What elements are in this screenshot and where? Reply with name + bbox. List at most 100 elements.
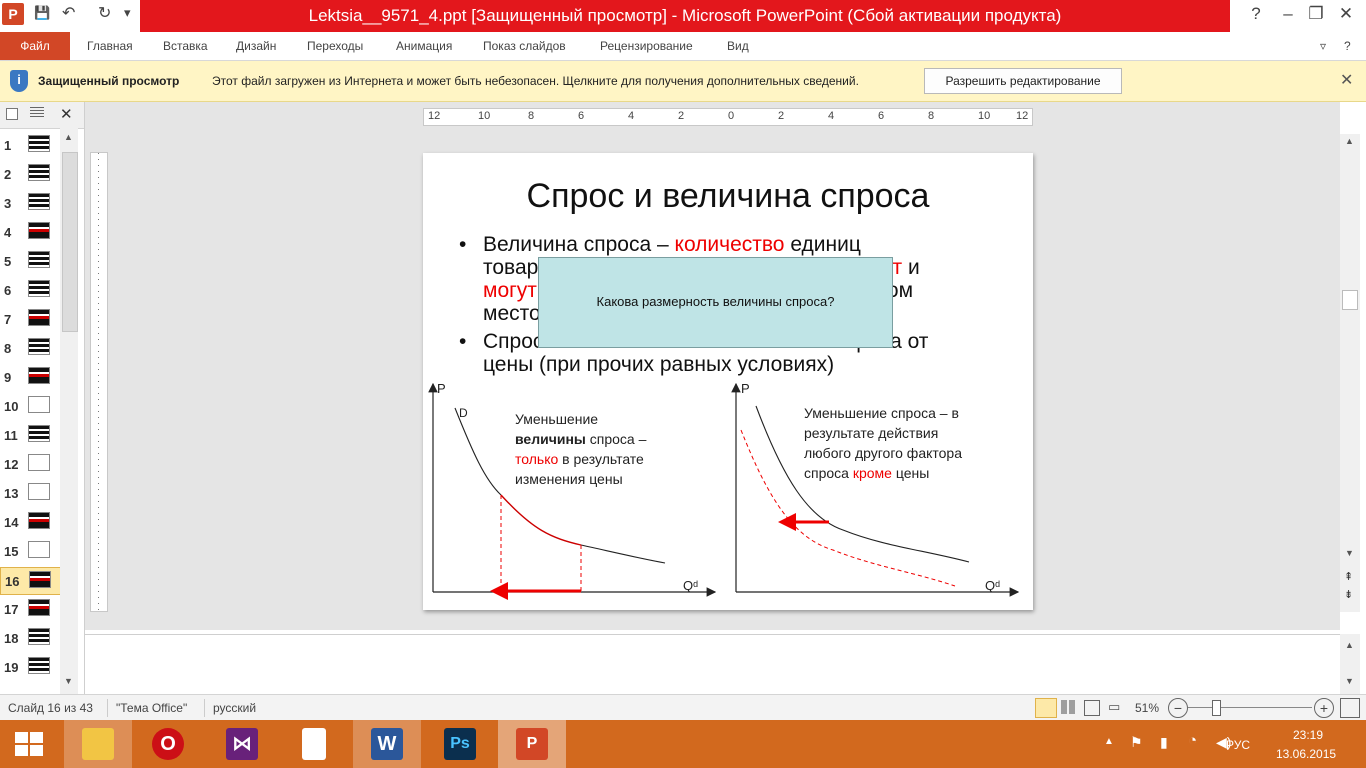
scroll-up-icon[interactable]: ▲ [1345,640,1354,650]
taskbar-powerpoint[interactable]: P [498,720,566,768]
redo-icon[interactable]: ↻ [98,3,111,23]
taskbar-word[interactable]: W [353,720,421,768]
clock-time[interactable]: 23:19 [1293,728,1323,742]
question-callout[interactable]: Какова размерность величины спроса? [538,257,893,348]
start-button[interactable] [0,720,58,768]
scroll-down-icon[interactable]: ▼ [1345,676,1354,686]
enable-editing-button[interactable]: Разрешить редактирование [924,68,1122,94]
close-pane-icon[interactable]: ✕ [60,105,73,123]
zoom-out-button[interactable]: − [1168,698,1188,718]
vertical-ruler[interactable] [90,152,108,612]
slide-thumbnail-number: 8 [4,341,12,356]
protected-view-text[interactable]: Этот файл загружен из Интернета и может … [212,74,859,88]
slide-thumbnail[interactable]: 19 [0,654,60,680]
slide-thumbnail[interactable]: 15 [0,538,60,564]
undo-icon[interactable]: ↶ [62,3,75,23]
show-hidden-icons[interactable]: ▲ [1104,736,1114,747]
slide-thumbnail[interactable]: 17 [0,596,60,622]
taskbar-document[interactable] [280,720,348,768]
help-icon[interactable]: ? [1344,32,1351,60]
slide-thumbnail-image [28,338,50,355]
outline-tab-icon[interactable] [30,107,44,119]
left-demand-curve-lower [580,544,666,564]
scroll-thumb[interactable] [1342,290,1358,310]
tab-file[interactable]: Файл [0,32,70,60]
slide-thumbnail[interactable]: 12 [0,451,60,477]
zoom-in-button[interactable]: + [1314,698,1334,718]
taskbar-file-explorer[interactable] [64,720,132,768]
clock-date[interactable]: 13.06.2015 [1276,747,1336,761]
slide-thumbnail[interactable]: 5 [0,248,60,274]
next-slide-icon[interactable]: ⇟ [1344,588,1353,601]
collapse-ribbon-icon[interactable]: ▿ [1320,32,1326,60]
tab-animations[interactable]: Анимация [396,32,452,60]
save-icon[interactable]: 💾 [34,5,50,25]
slide-thumbnail[interactable]: 11 [0,422,60,448]
notes-pane[interactable] [85,634,1340,695]
thumbnails-scrollbar[interactable]: ▲ ▼ [60,128,78,694]
slide-thumbnail-image [28,367,50,384]
slide[interactable]: Спрос и величина спроса • Величина спрос… [423,153,1033,610]
ruler-label: 2 [678,110,685,122]
slide-thumbnail[interactable]: 1 [0,132,60,158]
scroll-up-icon[interactable]: ▲ [1345,136,1354,146]
taskbar-visual-studio[interactable]: ⋈ [208,720,276,768]
slide-thumbnail[interactable]: 4 [0,219,60,245]
slide-thumbnail-image [29,571,51,588]
tab-design[interactable]: Дизайн [236,32,276,60]
slide-sorter-icon[interactable] [1061,700,1075,714]
slide-thumbnail[interactable]: 10 [0,393,60,419]
taskbar-photoshop[interactable]: Ps [426,720,494,768]
tab-insert[interactable]: Вставка [163,32,208,60]
close-button[interactable]: ✕ [1326,2,1366,26]
powerpoint-app-icon[interactable]: P [2,3,24,25]
slide-counter: Слайд 16 из 43 [8,701,93,715]
slide-thumbnail[interactable]: 6 [0,277,60,303]
slide-thumbnail[interactable]: 16 [0,567,62,595]
ruler-label: 6 [878,110,885,122]
scroll-thumb[interactable] [62,152,78,332]
horizontal-ruler[interactable]: 12 10 8 6 4 2 0 2 4 6 8 10 12 [423,108,1033,126]
input-language[interactable]: РУС [1226,738,1250,752]
slide-thumbnail[interactable]: 3 [0,190,60,216]
slideshow-icon[interactable]: ▭ [1108,699,1120,715]
tab-transitions[interactable]: Переходы [307,32,363,60]
slide-thumbnail[interactable]: 14 [0,509,60,535]
ruler-ticks [98,153,99,611]
slide-thumbnail[interactable]: 7 [0,306,60,332]
ribbon-tabs: Файл Главная Вставка Дизайн Переходы Ани… [0,32,1366,61]
slides-tab-icon[interactable] [6,108,18,120]
slide-thumbnail-number: 18 [4,631,19,646]
zoom-slider-thumb[interactable] [1212,700,1222,716]
customize-qat-icon[interactable]: ▾ [124,5,131,25]
fit-to-window-icon[interactable] [1340,698,1360,718]
tab-home[interactable]: Главная [87,32,133,60]
slide-thumbnail[interactable]: 8 [0,335,60,361]
message-bar-close-icon[interactable]: ✕ [1340,70,1353,90]
action-center-flag-icon[interactable]: ⚑ [1130,734,1143,751]
battery-icon[interactable]: ▮ [1160,734,1168,751]
zoom-slider[interactable] [1188,700,1312,716]
tab-slideshow[interactable]: Показ слайдов [483,32,566,60]
slide-thumbnail[interactable]: 13 [0,480,60,506]
previous-slide-icon[interactable]: ⇞ [1344,570,1353,583]
slide-thumbnail-number: 14 [4,515,19,530]
slide-thumbnail-number: 19 [4,660,19,675]
scroll-up-icon[interactable]: ▲ [64,132,73,142]
slide-thumbnail[interactable]: 2 [0,161,60,187]
reading-view-icon[interactable] [1084,700,1100,716]
slide-scrollbar[interactable]: ▲ ▼ ⇞ ⇟ [1340,134,1360,612]
notes-scrollbar[interactable]: ▲ ▼ [1340,634,1360,694]
taskbar-opera[interactable]: O [134,720,202,768]
normal-view-icon[interactable] [1035,698,1057,718]
language-indicator[interactable]: русский [213,701,256,715]
tab-review[interactable]: Рецензирование [600,32,693,60]
slide-thumbnail[interactable]: 18 [0,625,60,651]
slide-thumbnail-image [28,425,50,442]
slide-thumbnail[interactable]: 9 [0,364,60,390]
tab-view[interactable]: Вид [727,32,749,60]
scroll-down-icon[interactable]: ▼ [1345,548,1354,558]
wifi-icon[interactable]: ◔ [1188,732,1197,749]
zoom-level[interactable]: 51% [1135,701,1159,715]
scroll-down-icon[interactable]: ▼ [64,676,73,686]
